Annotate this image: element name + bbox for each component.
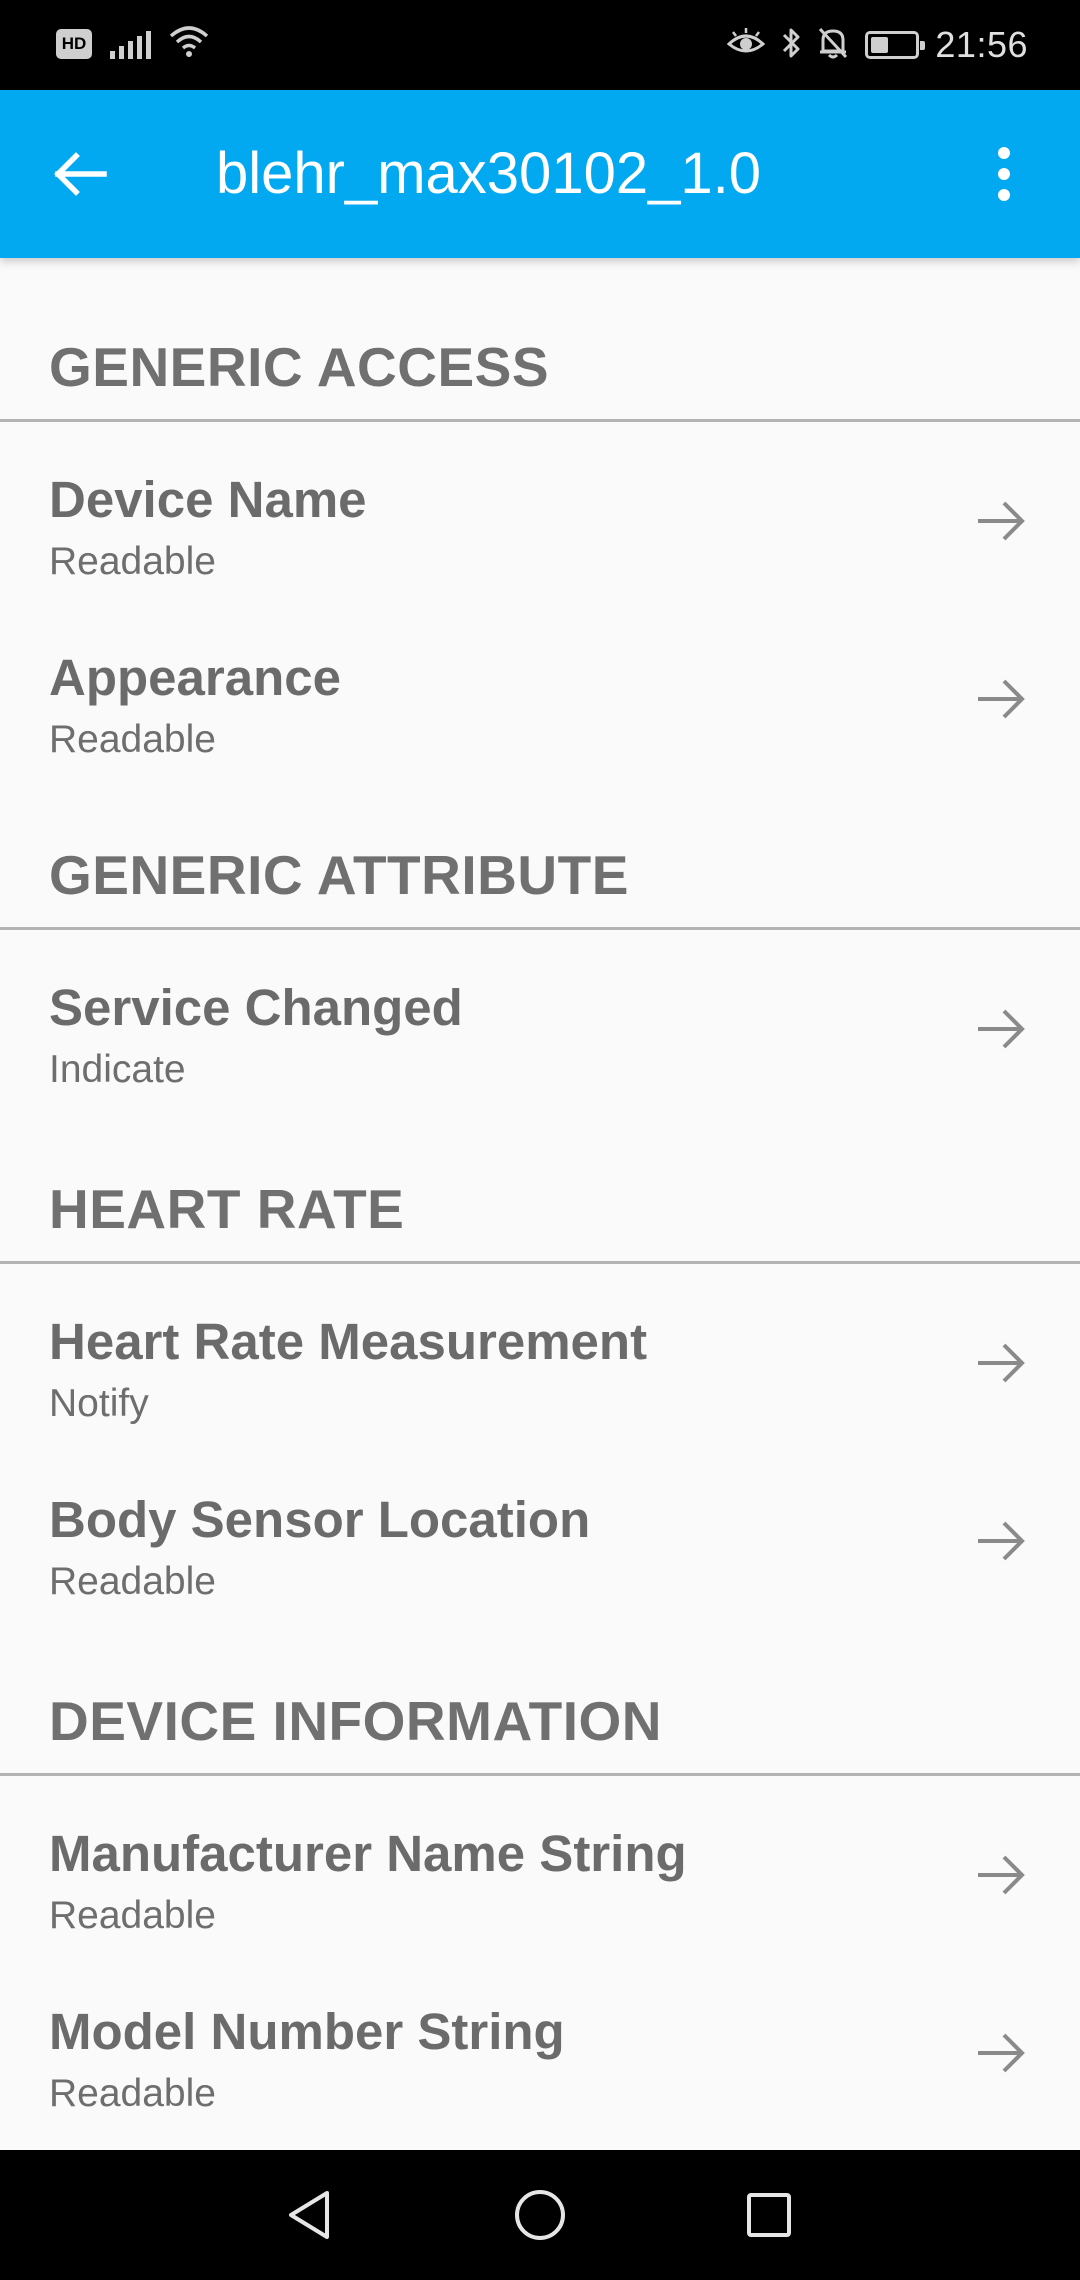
characteristic-property: Readable: [49, 718, 216, 761]
arrow-right-icon: [978, 1009, 1025, 1049]
arrow-left-icon: [54, 152, 107, 196]
arrow-right-icon: [978, 1855, 1025, 1895]
mute-bell-icon: [817, 26, 849, 65]
recents-square-icon: [747, 2193, 791, 2237]
nav-back-button[interactable]: [274, 2180, 344, 2250]
section-title: GENERIC ACCESS: [49, 336, 550, 398]
battery-fill: [871, 37, 889, 53]
characteristic-property: Readable: [49, 540, 216, 583]
bluetooth-icon: [781, 26, 801, 65]
list-item[interactable]: Manufacturer Name String Readable: [0, 1776, 1080, 1954]
arrow-right-icon: [978, 1343, 1025, 1383]
characteristic-name: Device Name: [49, 471, 367, 528]
characteristic-property: Readable: [49, 1560, 216, 1603]
section-title: DEVICE INFORMATION: [49, 1690, 662, 1752]
screen: HD 21:56 blehr_max30102_1.0 GENERIC ACCE…: [0, 0, 1080, 2280]
status-right: 21:56: [727, 20, 1028, 70]
characteristic-name: Manufacturer Name String: [49, 1825, 687, 1882]
hd-label: HD: [61, 33, 87, 53]
signal-icon: [110, 29, 151, 59]
characteristic-property: Readable: [49, 2072, 216, 2115]
characteristic-name: Body Sensor Location: [49, 1491, 591, 1548]
arrow-right-icon: [978, 2033, 1025, 2073]
list-item[interactable]: Heart Rate Measurement Notify: [0, 1264, 1080, 1442]
hd-icon: HD: [56, 28, 92, 59]
section-title: HEART RATE: [49, 1178, 405, 1240]
list-item[interactable]: Model Number String Readable: [0, 1954, 1080, 2132]
home-circle-icon: [515, 2190, 565, 2240]
battery-icon: [865, 31, 926, 59]
arrow-right-icon: [978, 679, 1025, 719]
characteristics-list: GENERIC ACCESS Device Name Readable Appe…: [0, 258, 1080, 2150]
app-bar: blehr_max30102_1.0: [0, 90, 1080, 258]
list-item[interactable]: Service Changed Indicate: [0, 930, 1080, 1104]
characteristic-name: Service Changed: [49, 979, 463, 1036]
arrow-right-icon: [978, 1521, 1025, 1561]
back-triangle-icon: [289, 2191, 329, 2239]
nav-home-button[interactable]: [505, 2180, 575, 2250]
characteristic-name: Heart Rate Measurement: [49, 1313, 648, 1370]
clock: 21:56: [935, 24, 1028, 65]
characteristic-property: Indicate: [49, 1048, 186, 1091]
nav-recents-button[interactable]: [734, 2180, 804, 2250]
list-item[interactable]: Device Name Readable: [0, 422, 1080, 600]
list-item[interactable]: Body Sensor Location Readable: [0, 1442, 1080, 1616]
more-vert-icon: [998, 147, 1010, 159]
characteristic-name: Appearance: [49, 649, 341, 706]
page-title: blehr_max30102_1.0: [216, 141, 761, 206]
section-header: HEART RATE: [0, 1104, 1080, 1264]
section-header: DEVICE INFORMATION: [0, 1616, 1080, 1776]
status-bar: HD 21:56: [0, 0, 1080, 90]
characteristic-name: Model Number String: [49, 2003, 565, 2060]
eye-comfort-icon: [727, 27, 766, 63]
system-nav-bar: [0, 2150, 1080, 2280]
wifi-icon: [169, 24, 209, 63]
arrow-right-icon: [978, 501, 1025, 541]
section-title: GENERIC ATTRIBUTE: [49, 844, 629, 906]
list-item[interactable]: Appearance Readable: [0, 600, 1080, 772]
characteristic-property: Readable: [49, 1894, 216, 1937]
status-left: HD: [56, 24, 209, 63]
section-header: GENERIC ACCESS: [0, 258, 1080, 422]
section-header: GENERIC ATTRIBUTE: [0, 772, 1080, 930]
characteristic-property: Notify: [49, 1382, 149, 1425]
overflow-menu-button[interactable]: [964, 134, 1044, 214]
back-button[interactable]: [40, 134, 120, 214]
